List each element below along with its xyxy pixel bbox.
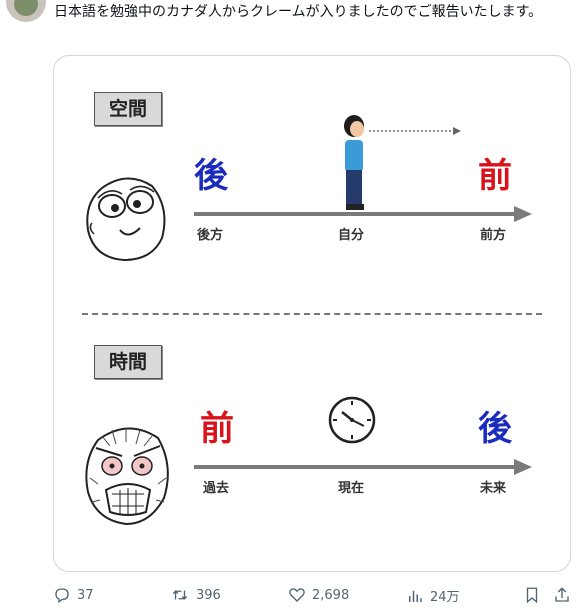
- space-left-label: 後方: [197, 228, 224, 243]
- space-tag: 空間: [94, 92, 162, 126]
- like-count: 2,698: [312, 587, 350, 603]
- section-divider: [82, 313, 542, 315]
- like-button[interactable]: 2,698: [288, 586, 349, 604]
- views-button[interactable]: 24万: [406, 586, 460, 605]
- avatar[interactable]: [6, 0, 46, 22]
- repost-count: 396: [196, 587, 221, 603]
- tweet-action-bar: 37 396 2,698 24万: [0, 578, 585, 612]
- bookmark-icon: [526, 587, 538, 604]
- space-left-kanji: 後: [194, 156, 228, 196]
- time-tag: 時間: [94, 345, 162, 379]
- reply-icon: [55, 588, 69, 604]
- image-card[interactable]: 空間 後 前 後方 自分 前方 時間 前 後 過去 現在 未来: [53, 55, 571, 572]
- time-right-label: 未来: [480, 481, 507, 496]
- reply-count: 37: [77, 587, 94, 603]
- tweet-text: 日本語を勉強中のカナダ人からクレームが入りましたのでご報告いたします。: [54, 4, 543, 20]
- share-icon: [555, 587, 569, 602]
- smiling-face-illustration: [86, 177, 166, 262]
- bookmark-button[interactable]: [524, 586, 540, 604]
- analytics-icon: [409, 590, 422, 602]
- time-center-label: 現在: [338, 481, 365, 496]
- time-left-kanji: 前: [200, 409, 234, 449]
- rage-face-illustration: [85, 427, 169, 526]
- views-count: 24万: [430, 590, 460, 605]
- share-button[interactable]: [553, 586, 571, 604]
- time-left-label: 過去: [203, 481, 230, 496]
- person-figure-illustration: [344, 115, 364, 210]
- reply-button[interactable]: 37: [53, 586, 94, 604]
- space-axis-arrow: [194, 206, 532, 222]
- space-center-label: 自分: [338, 228, 365, 243]
- repost-button[interactable]: 396: [170, 586, 221, 604]
- time-right-kanji: 後: [478, 409, 512, 449]
- heart-icon: [289, 588, 305, 602]
- space-right-label: 前方: [480, 228, 507, 243]
- clock-icon: [328, 396, 376, 444]
- space-right-kanji: 前: [478, 156, 512, 196]
- repost-icon: [172, 590, 188, 600]
- gaze-dotted-arrow: [369, 127, 461, 135]
- time-axis-arrow: [194, 459, 532, 475]
